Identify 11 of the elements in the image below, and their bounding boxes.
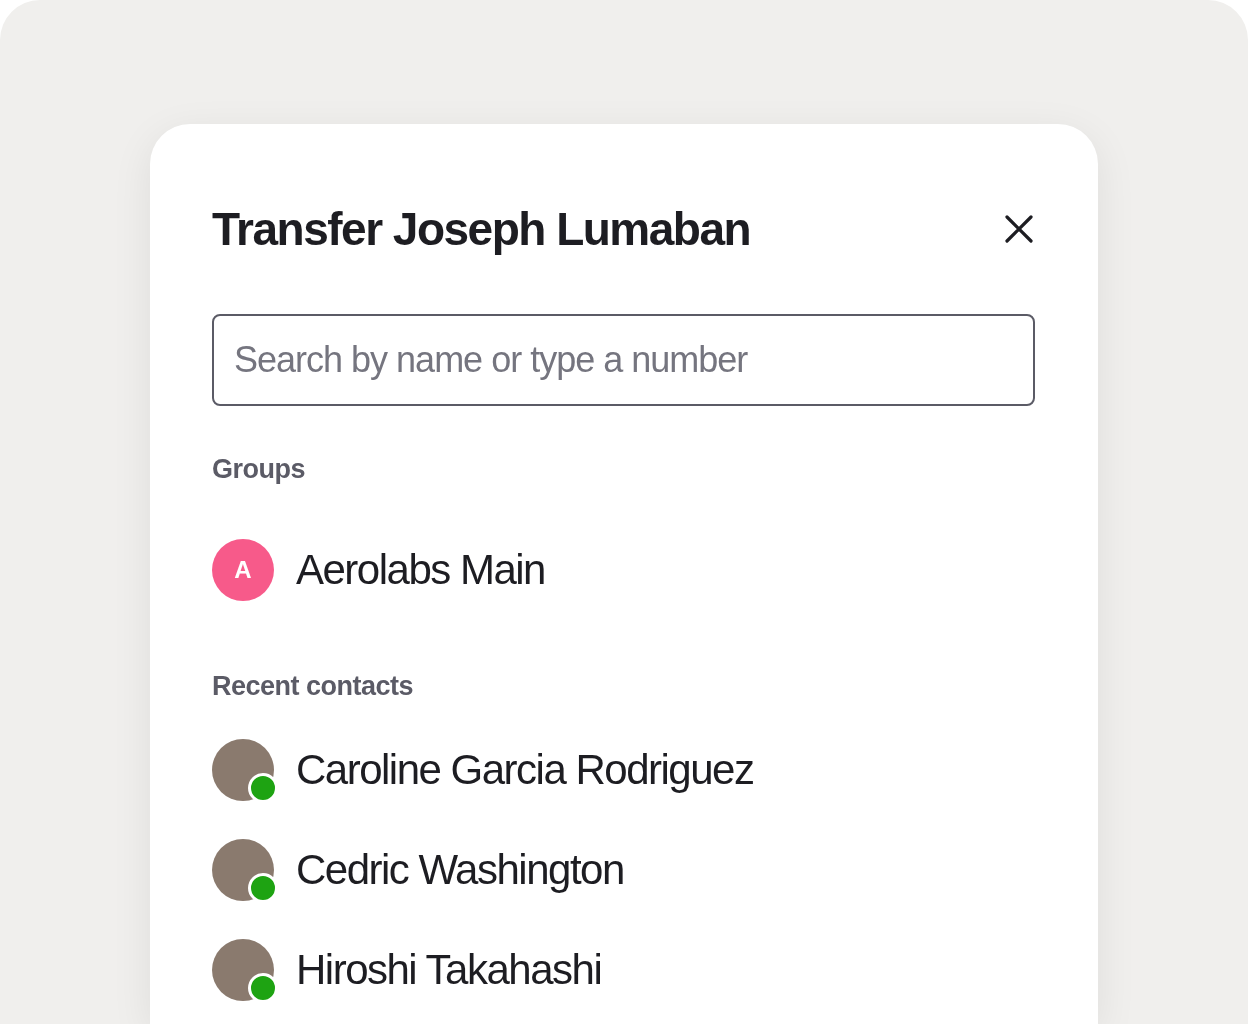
group-name[interactable]: Aerolabs Main <box>296 546 545 594</box>
section-heading: Groups <box>212 454 306 485</box>
close-button[interactable] <box>1004 214 1034 244</box>
search-field[interactable]: Search by name or type a number <box>212 314 1035 406</box>
close-icon <box>1004 214 1034 244</box>
contact-name[interactable]: Caroline Garcia Rodriguez <box>296 746 754 794</box>
contact-name[interactable]: Cedric Washington <box>296 846 624 894</box>
section-heading: Recent contacts <box>212 671 415 702</box>
dialog-title: Transfer Joseph Lumaban <box>212 202 751 256</box>
group-avatar: A <box>212 539 274 601</box>
contact-name[interactable]: Hiroshi Takahashi <box>296 946 602 994</box>
